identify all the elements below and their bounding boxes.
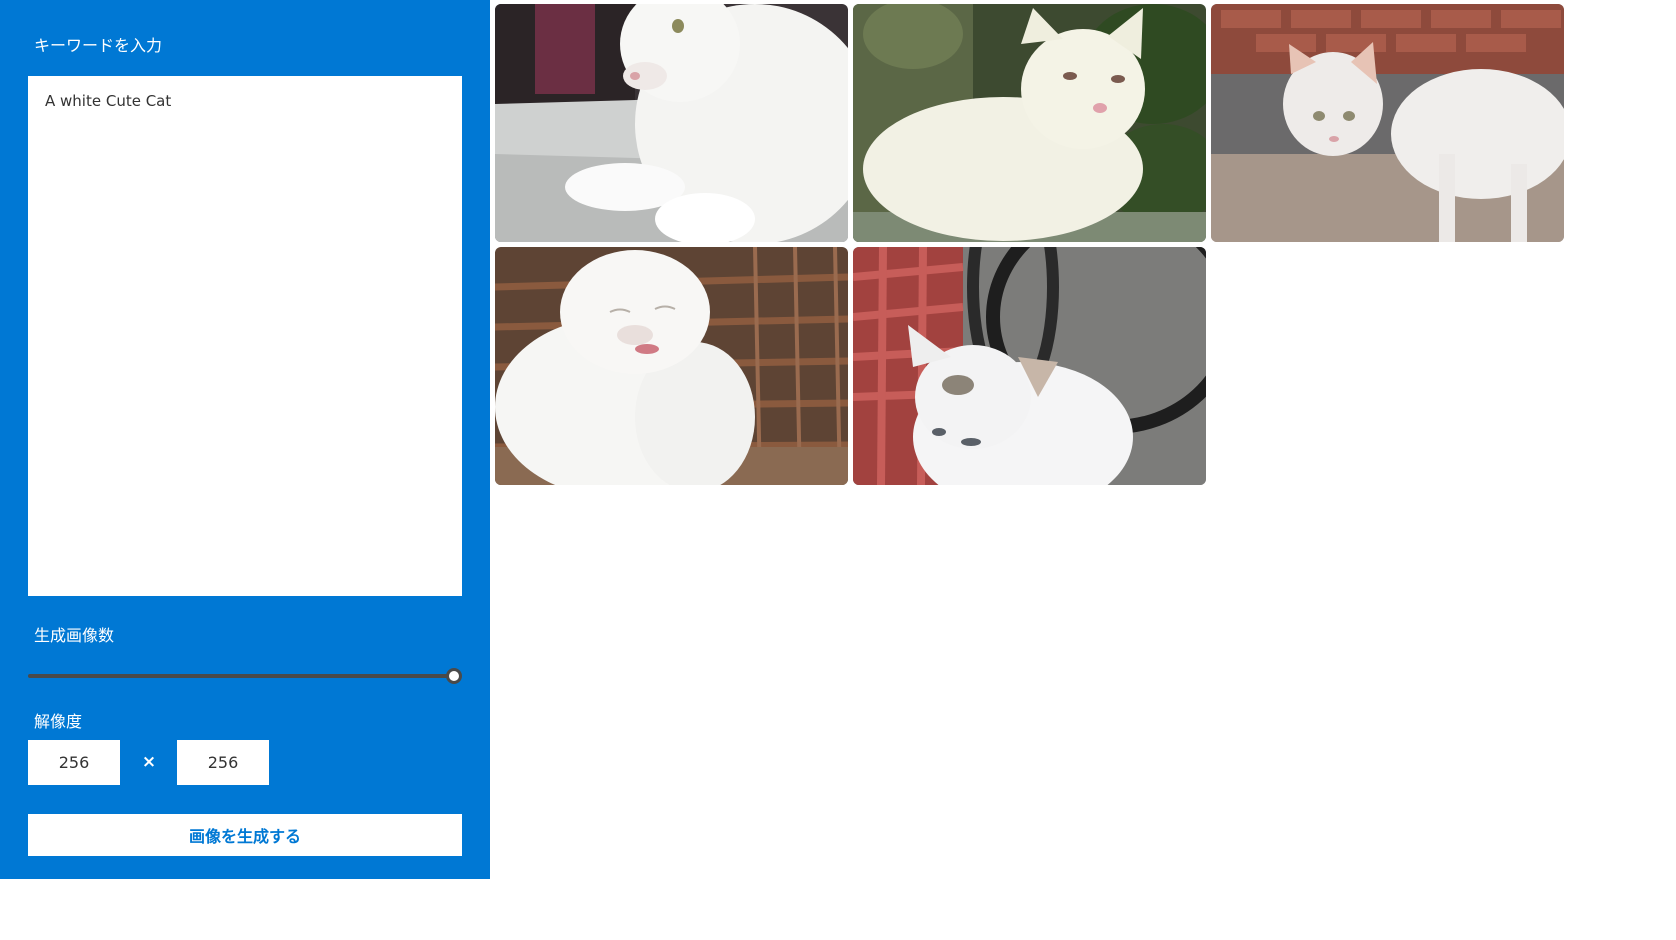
slider-track <box>28 674 454 678</box>
image-count-label: 生成画像数 <box>34 626 115 645</box>
generated-cat-image-2[interactable] <box>853 4 1206 242</box>
control-panel: キーワードを入力 生成画像数 解像度 × 画像を生成する <box>0 0 490 879</box>
app-root: キーワードを入力 生成画像数 解像度 × 画像を生成する <box>0 0 1676 940</box>
keyword-input[interactable] <box>28 76 462 596</box>
generated-cat-image-4[interactable] <box>495 247 848 485</box>
resolution-label: 解像度 <box>34 712 83 731</box>
generated-cat-image-5[interactable] <box>853 247 1206 485</box>
times-symbol: × <box>141 752 157 772</box>
image-count-slider[interactable] <box>28 666 462 686</box>
generated-cat-image-3[interactable] <box>1211 4 1564 242</box>
keyword-label: キーワードを入力 <box>34 36 163 55</box>
width-input[interactable] <box>28 740 120 785</box>
generate-button[interactable]: 画像を生成する <box>28 814 462 856</box>
generated-cat-image-1[interactable] <box>495 4 848 242</box>
height-input[interactable] <box>177 740 269 785</box>
slider-thumb[interactable] <box>446 668 462 684</box>
